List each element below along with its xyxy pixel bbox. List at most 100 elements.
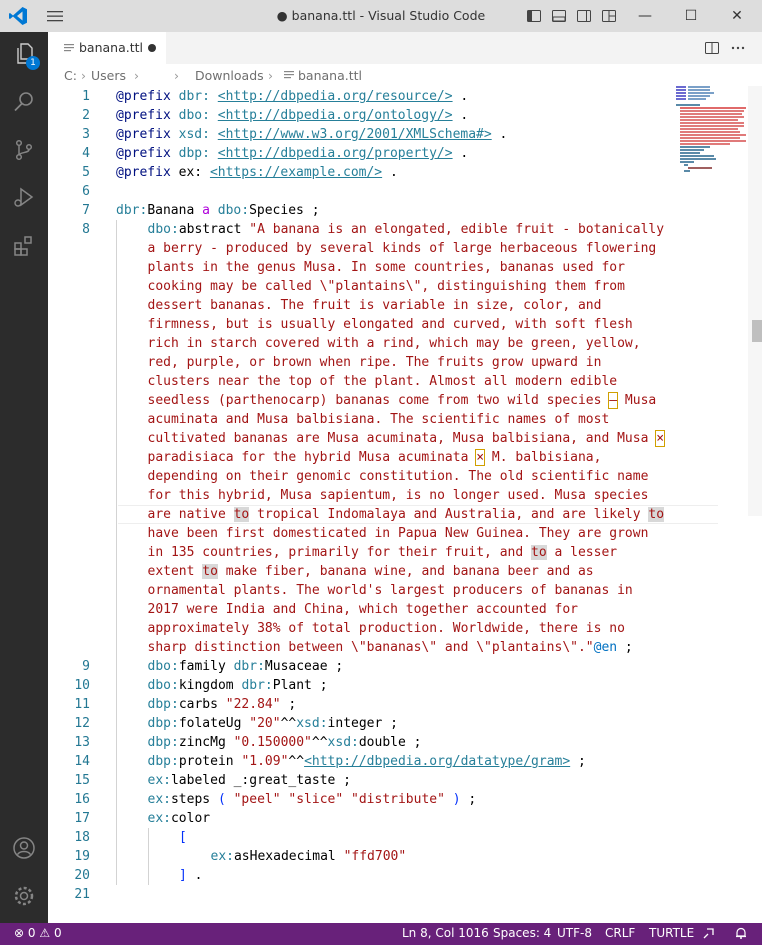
code-line[interactable]: dbo:family dbr:Musaceae ;: [148, 657, 344, 676]
toggle-panel-icon[interactable]: [549, 6, 569, 26]
minimize-button[interactable]: —: [622, 0, 668, 32]
problems-indicator[interactable]: ⊗ 0 ⚠ 0: [14, 926, 62, 940]
code-line[interactable]: rich in starch covered with a rind, whic…: [148, 334, 641, 353]
code-token: plants in the genus Musa. In some countr…: [147, 260, 625, 275]
code-line[interactable]: have been first domesticated in Papua Ne…: [148, 524, 649, 543]
code-token: integer ;: [327, 716, 398, 731]
line-number: 8: [82, 222, 90, 237]
code-token: ex:: [147, 811, 171, 826]
code-line[interactable]: cultivated bananas are Musa acuminata, M…: [148, 429, 666, 448]
code-line[interactable]: dbo:kingdom dbr:Plant ;: [148, 676, 328, 695]
code-line[interactable]: @prefix dbp: <http://dbpedia.org/propert…: [116, 144, 468, 163]
breadcrumb-file[interactable]: banana.ttl: [298, 68, 362, 83]
cursor-position[interactable]: Ln 8, Col 1016: [402, 926, 489, 940]
notifications-bell-icon[interactable]: [734, 926, 748, 943]
code-line[interactable]: dbp:protein "1.09"^^<http://dbpedia.org/…: [148, 752, 586, 771]
source-control-icon: [12, 138, 36, 166]
code-line[interactable]: approximately 38% of total production. W…: [148, 619, 625, 638]
code-line[interactable]: dbp:zincMg "0.150000"^^xsd:double ;: [148, 733, 422, 752]
minimap[interactable]: [676, 86, 748, 176]
account-icon: [12, 836, 36, 864]
code-line[interactable]: @prefix dbo: <http://dbpedia.org/ontolog…: [116, 106, 468, 125]
code-token: ;: [570, 754, 586, 769]
code-line[interactable]: a berry - produced by several kinds of l…: [148, 239, 657, 258]
code-token: dbr:: [233, 659, 265, 674]
breadcrumb-drive[interactable]: C:: [64, 68, 77, 83]
code-editor[interactable]: 1 @prefix dbr: <http://dbpedia.org/resour…: [48, 86, 762, 923]
code-line[interactable]: @prefix xsd: <http://www.w3.org/2001/XML…: [116, 125, 507, 144]
activity-extensions[interactable]: [0, 224, 48, 272]
activity-explorer[interactable]: 1: [0, 32, 48, 80]
code-line[interactable]: dbr:Banana a dbo:Species ;: [116, 201, 320, 220]
code-line[interactable]: 2017 were India and China, which togethe…: [148, 600, 578, 619]
customize-layout-icon[interactable]: [599, 6, 619, 26]
code-token: M. balbisiana,: [484, 450, 602, 465]
file-icon: [64, 42, 74, 54]
code-line[interactable]: dbp:carbs "22.84" ;: [148, 695, 297, 714]
code-token: have been first domesticated in Papua Ne…: [147, 526, 649, 541]
code-line[interactable]: ex:color: [148, 809, 211, 828]
split-editor-icon[interactable]: [702, 38, 722, 58]
code-line[interactable]: dbp:folateUg "20"^^xsd:integer ;: [148, 714, 399, 733]
code-line[interactable]: firmness, but is usually elongated and c…: [148, 315, 633, 334]
code-line[interactable]: cooking may be called \"plantains\", dis…: [148, 277, 625, 296]
breadcrumb-downloads[interactable]: Downloads: [195, 68, 264, 83]
indentation-status[interactable]: Spaces: 4: [493, 926, 551, 940]
toggle-secondary-sidebar-icon[interactable]: [574, 6, 594, 26]
more-actions-icon[interactable]: [728, 38, 748, 58]
maximize-button[interactable]: ☐: [668, 0, 714, 32]
tab-banana-ttl[interactable]: banana.ttl: [48, 32, 166, 64]
code-line[interactable]: depending on their genomic constitution.…: [148, 467, 649, 486]
eol-status[interactable]: CRLF: [605, 926, 635, 940]
code-line[interactable]: red, purple, or brown when ripe. The fru…: [148, 353, 602, 372]
code-line[interactable]: extent to make fiber, banana wine, and b…: [148, 562, 594, 581]
code-token: to: [202, 564, 218, 579]
code-line[interactable]: for this hybrid, Musa sapientum, is no l…: [148, 486, 649, 505]
code-line[interactable]: in 135 countries, primarily for their fr…: [148, 543, 617, 562]
code-line[interactable]: [: [179, 828, 187, 847]
code-token: dbo:: [147, 222, 179, 237]
language-mode[interactable]: TURTLE: [649, 926, 694, 940]
activity-bar: 1: [0, 32, 48, 923]
toggle-primary-sidebar-icon[interactable]: [524, 6, 544, 26]
code-token: abstract: [178, 222, 250, 237]
code-line[interactable]: @prefix ex: <https://example.com/> .: [116, 163, 398, 182]
code-line[interactable]: acuminata and Musa balbisiana. The scien…: [148, 410, 610, 429]
code-line[interactable]: are native to tropical Indomalaya and Au…: [148, 505, 665, 524]
code-line[interactable]: ex:asHexadecimal "ffd700": [211, 847, 407, 866]
code-line[interactable]: dbo:abstract "A banana is an elongated, …: [148, 220, 665, 239]
code-line[interactable]: sharp distinction between \"bananas\" an…: [148, 638, 633, 657]
breadcrumb-users[interactable]: Users: [91, 68, 126, 83]
feedback-icon[interactable]: [702, 926, 716, 943]
code-token: <http://dbpedia.org/property/>: [217, 146, 453, 161]
code-line[interactable]: dessert bananas. The fruit is variable i…: [148, 296, 602, 315]
code-token: xsd:: [327, 735, 359, 750]
code-line[interactable]: clusters near the top of the plant. Almo…: [148, 372, 618, 391]
scrollbar-thumb[interactable]: [752, 320, 762, 342]
activity-source-control[interactable]: [0, 128, 48, 176]
code-line[interactable]: ornamental plants. The world's largest p…: [148, 581, 633, 600]
code-token: ^^: [280, 716, 297, 731]
code-line[interactable]: plants in the genus Musa. In some countr…: [148, 258, 625, 277]
code-line[interactable]: @prefix dbr: <http://dbpedia.org/resourc…: [116, 87, 468, 106]
code-token: for this hybrid, Musa sapientum, is no l…: [147, 488, 649, 503]
close-button[interactable]: ✕: [714, 0, 760, 32]
code-token: .: [452, 108, 469, 123]
activity-run-debug[interactable]: [0, 176, 48, 224]
encoding-status[interactable]: UTF-8: [557, 926, 592, 940]
line-number: 21: [74, 887, 90, 902]
code-token: dbo:: [147, 659, 179, 674]
vertical-scrollbar[interactable]: [748, 86, 762, 516]
activity-accounts[interactable]: [0, 826, 48, 874]
code-line[interactable]: ex:labeled _:great_taste ;: [148, 771, 352, 790]
line-number: 5: [82, 165, 90, 180]
activity-search[interactable]: [0, 80, 48, 128]
unsaved-dot-icon[interactable]: [148, 44, 156, 52]
code-line[interactable]: ] .: [179, 866, 202, 885]
code-line[interactable]: paradisiaca for the hybrid Musa acuminat…: [148, 448, 602, 467]
code-line[interactable]: ex:steps ( "peel" "slice" "distribute" )…: [148, 790, 477, 809]
activity-manage[interactable]: [0, 874, 48, 922]
code-token: asHexadecimal: [233, 849, 344, 864]
code-line[interactable]: seedless (parthenocarp) bananas come fro…: [148, 391, 656, 410]
warning-count: 0: [53, 926, 62, 940]
